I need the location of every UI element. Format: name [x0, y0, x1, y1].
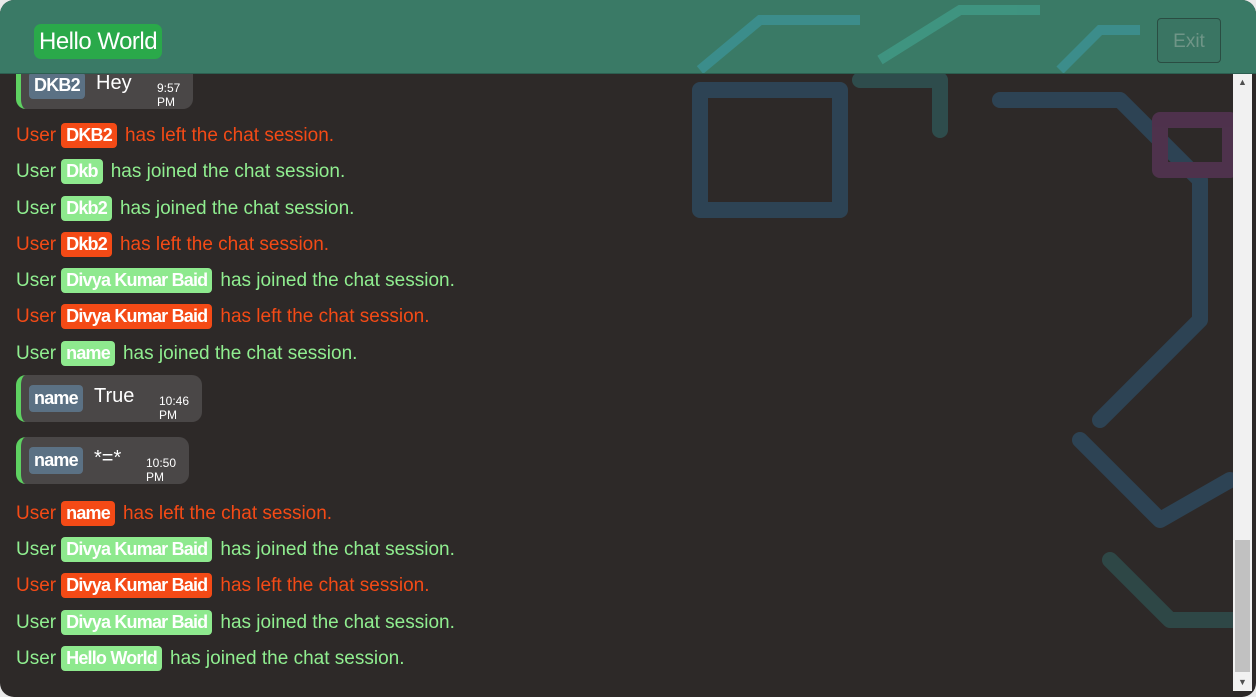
scroll-thumb[interactable] — [1235, 540, 1250, 672]
message-list: DKB2 Hey 9:57 PM User DKB2 has left the chat … — [0, 74, 1232, 694]
scroll-up-icon[interactable]: ▲ — [1233, 74, 1252, 91]
message-sender: name — [29, 447, 83, 474]
notice-prefix: User — [16, 269, 57, 291]
user-tag: Dkb — [61, 159, 103, 184]
top-bar: Hello World Exit — [0, 0, 1256, 74]
notice-prefix: User — [16, 233, 57, 255]
join-notice: User Divya Kumar Baid has joined the chat … — [16, 537, 455, 562]
message-scrollbar[interactable]: ▲ ▼ — [1233, 74, 1252, 691]
leave-notice: User DKB2 has left the chat session. — [16, 123, 334, 148]
notice-suffix: has joined the chat session. — [220, 611, 455, 633]
message-text: True — [94, 385, 135, 407]
notice-suffix: has joined the chat session. — [110, 160, 346, 182]
user-tag: Dkb2 — [61, 196, 112, 221]
scroll-down-icon[interactable]: ▼ — [1233, 674, 1252, 691]
message-time: 10:46 PM — [159, 394, 190, 422]
leave-notice: User Dkb2 has left the chat session. — [16, 232, 329, 257]
header-neon-decoration — [696, 5, 1140, 73]
notice-prefix: User — [16, 160, 57, 182]
user-tag: Hello World — [61, 646, 162, 671]
notice-prefix: User — [16, 611, 57, 633]
user-tag: Divya Kumar Baid — [61, 537, 213, 562]
join-notice: User Divya Kumar Baid has joined the chat … — [16, 268, 455, 293]
user-tag: Dkb2 — [61, 232, 112, 257]
app-title: Hello World — [34, 24, 163, 59]
notice-suffix: has left the chat session. — [220, 574, 430, 596]
notice-prefix: User — [16, 502, 57, 524]
leave-notice: User Divya Kumar Baid has left the chat se… — [16, 304, 430, 329]
notice-prefix: User — [16, 124, 57, 146]
join-notice: User Dkb has joined the chat session. — [16, 159, 345, 184]
leave-notice: User Divya Kumar Baid has left the chat se… — [16, 573, 430, 598]
notice-prefix: User — [16, 197, 57, 219]
exit-button[interactable]: Exit — [1157, 18, 1221, 63]
user-tag: Divya Kumar Baid — [61, 304, 213, 329]
join-notice: User Hello World has joined the chat sessi… — [16, 646, 405, 671]
chat-message: DKB2 Hey 9:57 PM — [16, 74, 193, 109]
notice-suffix: has joined the chat session. — [220, 538, 455, 560]
leave-notice: User name has left the chat session. — [16, 501, 332, 526]
message-time: 10:50 PM — [146, 456, 177, 484]
user-tag: Divya Kumar Baid — [61, 610, 213, 635]
notice-prefix: User — [16, 342, 57, 364]
notice-suffix: has left the chat session. — [122, 502, 333, 524]
notice-suffix: has joined the chat session. — [170, 647, 405, 669]
message-sender: DKB2 — [29, 74, 85, 99]
message-text: *=* — [94, 447, 122, 469]
join-notice: User Divya Kumar Baid has joined the chat … — [16, 610, 455, 635]
notice-suffix: has joined the chat session. — [220, 269, 455, 291]
join-notice: User name has joined the chat session. — [16, 341, 357, 366]
notice-suffix: has left the chat session. — [119, 233, 330, 255]
notice-prefix: User — [16, 538, 57, 560]
notice-prefix: User — [16, 305, 57, 327]
join-notice: User Dkb2 has joined the chat session. — [16, 196, 354, 221]
notice-suffix: has joined the chat session. — [119, 197, 355, 219]
user-tag: name — [61, 501, 115, 526]
user-tag: Divya Kumar Baid — [61, 573, 213, 598]
user-tag: DKB2 — [61, 123, 117, 148]
chat-app: Hello World Exit DKB2 Hey 9:57 PM User DKB2 h… — [0, 0, 1256, 697]
notice-prefix: User — [16, 647, 57, 669]
message-time: 9:57 PM — [157, 81, 181, 109]
notice-prefix: User — [16, 574, 57, 596]
user-tag: Divya Kumar Baid — [61, 268, 213, 293]
message-text: Hey — [96, 74, 132, 94]
chat-message: name True 10:46 PM — [16, 375, 202, 422]
chat-message: name *=* 10:50 PM — [16, 437, 189, 484]
notice-suffix: has joined the chat session. — [122, 342, 358, 364]
user-tag: name — [61, 341, 115, 366]
message-sender: name — [29, 385, 83, 412]
notice-suffix: has left the chat session. — [220, 305, 430, 327]
notice-suffix: has left the chat session. — [124, 124, 335, 146]
